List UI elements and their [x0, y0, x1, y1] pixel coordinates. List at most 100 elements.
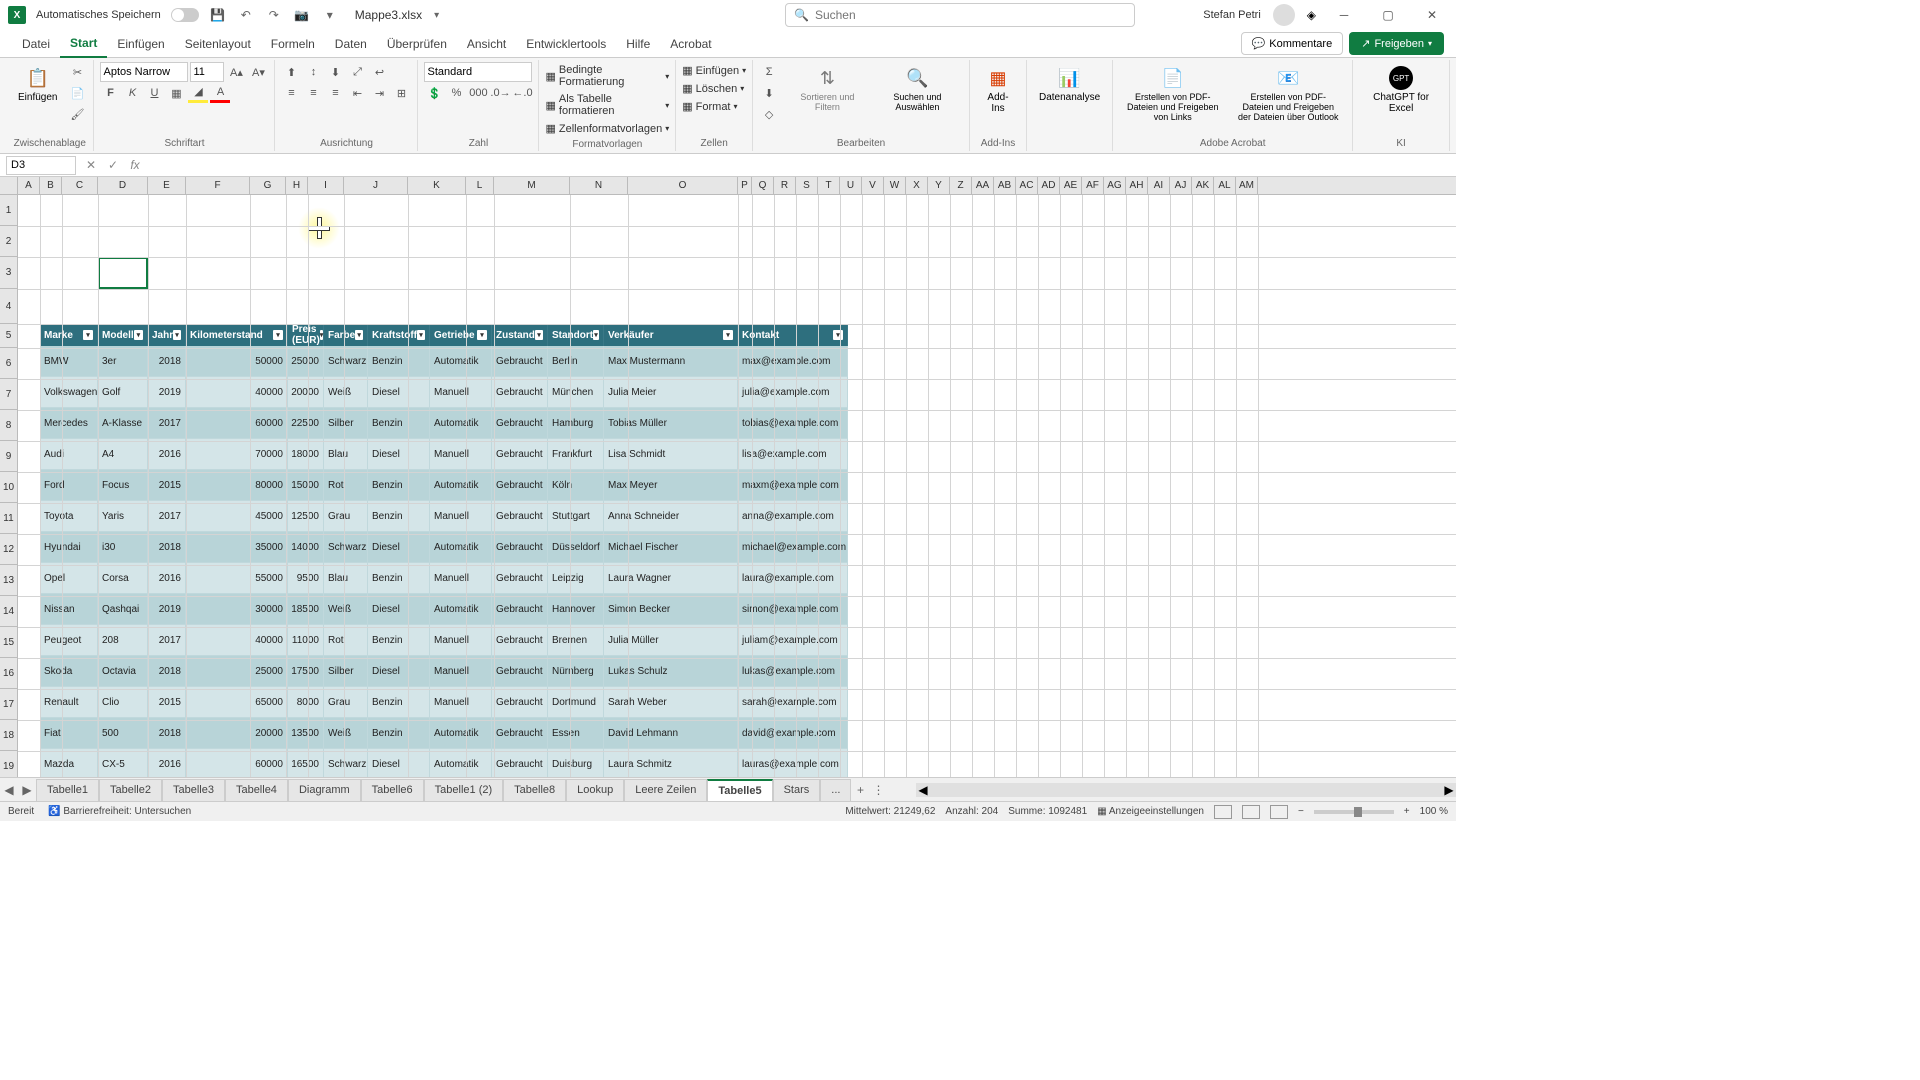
table-cell[interactable]: Max Mustermann	[604, 346, 738, 377]
table-cell[interactable]: 40000	[186, 625, 288, 656]
table-cell[interactable]: Essen	[548, 718, 604, 749]
table-cell[interactable]: Fiat	[40, 718, 98, 749]
col-header-P[interactable]: P	[738, 177, 752, 194]
table-cell[interactable]: 18000	[288, 439, 324, 470]
table-cell[interactable]: Volkswagen	[40, 377, 98, 408]
qat-more-icon[interactable]: ▾	[321, 6, 339, 24]
table-cell[interactable]: Laura Schmitz	[604, 749, 738, 777]
table-row[interactable]: NissanQashqai20193000018500WeißDieselAut…	[40, 594, 848, 625]
table-cell[interactable]: Benzin	[368, 563, 430, 594]
table-cell[interactable]: Hannover	[548, 594, 604, 625]
filter-icon[interactable]: ▾	[477, 330, 487, 340]
table-cell[interactable]: 25000	[288, 346, 324, 377]
table-cell[interactable]: 2016	[148, 563, 186, 594]
decrease-font-icon[interactable]: A▾	[248, 62, 268, 82]
autosum-icon[interactable]: Σ	[759, 62, 779, 82]
normal-view-button[interactable]	[1214, 805, 1232, 819]
table-cell[interactable]: Diesel	[368, 749, 430, 777]
table-cell[interactable]: 3er	[98, 346, 148, 377]
table-cell[interactable]: lukas@example.com	[738, 656, 848, 687]
table-cell[interactable]: Weiß	[324, 377, 368, 408]
table-cell[interactable]: Opel	[40, 563, 98, 594]
table-cell[interactable]: 11000	[288, 625, 324, 656]
table-cell[interactable]: Benzin	[368, 346, 430, 377]
table-cell[interactable]: Sarah Weber	[604, 687, 738, 718]
table-cell[interactable]: Benzin	[368, 687, 430, 718]
table-cell[interactable]: Automatik	[430, 749, 492, 777]
row-header-17[interactable]: 17	[0, 689, 18, 720]
col-header-T[interactable]: T	[818, 177, 840, 194]
sheet-tab-stars[interactable]: Stars	[773, 779, 821, 801]
table-header-kontakt[interactable]: Kontakt▾	[738, 324, 848, 346]
table-cell[interactable]: CX-5	[98, 749, 148, 777]
sortieren-filtern-button[interactable]: ⇅Sortieren und Filtern	[787, 62, 868, 116]
table-cell[interactable]: Duisburg	[548, 749, 604, 777]
decrease-decimal-icon[interactable]: ←.0	[512, 83, 532, 103]
align-right-icon[interactable]: ≡	[325, 83, 345, 103]
table-cell[interactable]: Grau	[324, 501, 368, 532]
table-row[interactable]: Hyundaii3020183500014000SchwarzDieselAut…	[40, 532, 848, 563]
row-header-6[interactable]: 6	[0, 348, 18, 379]
font-color-icon[interactable]: A	[210, 83, 230, 103]
sheet-tab-tabelle5[interactable]: Tabelle5	[707, 779, 772, 801]
table-cell[interactable]: Gebraucht	[492, 346, 548, 377]
table-cell[interactable]: Focus	[98, 470, 148, 501]
row-header-4[interactable]: 4	[0, 289, 18, 324]
table-cell[interactable]: Gebraucht	[492, 439, 548, 470]
tab-entwicklertools[interactable]: Entwicklertools	[516, 31, 616, 57]
table-cell[interactable]: Silber	[324, 408, 368, 439]
fill-icon[interactable]: ⬇	[759, 83, 779, 103]
table-cell[interactable]: Yaris	[98, 501, 148, 532]
table-cell[interactable]: Julia Meier	[604, 377, 738, 408]
table-cell[interactable]: Weiß	[324, 718, 368, 749]
filename[interactable]: Mappe3.xlsx	[355, 8, 422, 22]
data-table[interactable]: Marke▾Modell▾Jahr▾Kilometerstand▾Preis (…	[40, 324, 848, 777]
col-header-L[interactable]: L	[466, 177, 494, 194]
col-header-AM[interactable]: AM	[1236, 177, 1258, 194]
table-cell[interactable]: julia@example.com	[738, 377, 848, 408]
table-row[interactable]: SkodaOctavia20182500017500SilberDieselMa…	[40, 656, 848, 687]
col-header-Y[interactable]: Y	[928, 177, 950, 194]
table-cell[interactable]: Schwarz	[324, 346, 368, 377]
tab-seitenlayout[interactable]: Seitenlayout	[175, 31, 261, 57]
table-header-jahr[interactable]: Jahr▾	[148, 324, 186, 346]
table-cell[interactable]: 208	[98, 625, 148, 656]
table-cell[interactable]: lauras@example.com	[738, 749, 848, 777]
filter-icon[interactable]: ▾	[355, 330, 363, 340]
row-header-2[interactable]: 2	[0, 226, 18, 257]
page-layout-view-button[interactable]	[1242, 805, 1260, 819]
row-header-1[interactable]: 1	[0, 195, 18, 226]
table-cell[interactable]: Lisa Schmidt	[604, 439, 738, 470]
table-row[interactable]: MercedesA-Klasse20176000022500SilberBenz…	[40, 408, 848, 439]
align-bottom-icon[interactable]: ⬇	[325, 62, 345, 82]
table-cell[interactable]: tobias@example.com	[738, 408, 848, 439]
sheet-tab-tabelle8[interactable]: Tabelle8	[503, 779, 566, 801]
table-cell[interactable]: Grau	[324, 687, 368, 718]
col-header-O[interactable]: O	[628, 177, 738, 194]
table-cell[interactable]: 14000	[288, 532, 324, 563]
user-name[interactable]: Stefan Petri	[1203, 9, 1260, 21]
increase-decimal-icon[interactable]: .0→	[490, 83, 510, 103]
table-cell[interactable]: Automatik	[430, 718, 492, 749]
table-cell[interactable]: 2018	[148, 346, 186, 377]
col-header-AG[interactable]: AG	[1104, 177, 1126, 194]
enter-formula-icon[interactable]: ✓	[102, 156, 124, 175]
align-center-icon[interactable]: ≡	[303, 83, 323, 103]
table-cell[interactable]: Diesel	[368, 656, 430, 687]
camera-icon[interactable]: 📷	[293, 6, 311, 24]
table-cell[interactable]: Benzin	[368, 718, 430, 749]
sheet-tab-tabelle1[interactable]: Tabelle1	[36, 779, 99, 801]
table-cell[interactable]: Mazda	[40, 749, 98, 777]
table-cell[interactable]: Gebraucht	[492, 594, 548, 625]
table-cell[interactable]: Automatik	[430, 532, 492, 563]
table-cell[interactable]: Rot	[324, 625, 368, 656]
table-cell[interactable]: Manuell	[430, 687, 492, 718]
table-cell[interactable]: Ford	[40, 470, 98, 501]
sheet-tab-lookup[interactable]: Lookup	[566, 779, 624, 801]
table-cell[interactable]: i30	[98, 532, 148, 563]
col-header-V[interactable]: V	[862, 177, 884, 194]
table-cell[interactable]: Automatik	[430, 594, 492, 625]
table-cell[interactable]: Gebraucht	[492, 377, 548, 408]
table-cell[interactable]: 18500	[288, 594, 324, 625]
table-cell[interactable]: 2015	[148, 687, 186, 718]
